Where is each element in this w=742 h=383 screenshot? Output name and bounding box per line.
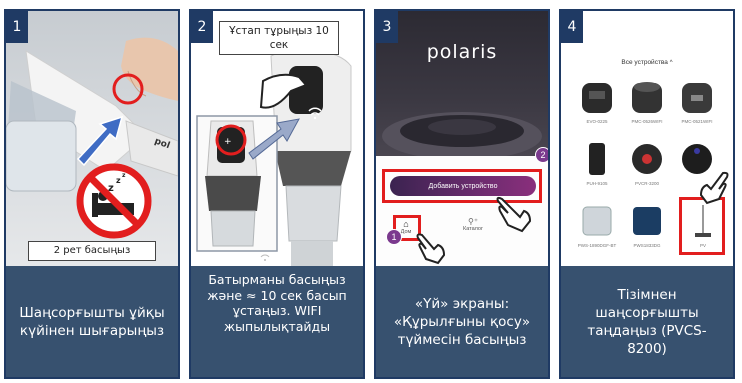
device-robot-vacuum-1[interactable] (627, 139, 667, 179)
device-multicooker-1[interactable] (577, 77, 617, 117)
svg-text:z: z (116, 176, 121, 185)
device-label: PMC-0521WIFI (681, 119, 713, 124)
device-label: PVCR-3200 (634, 181, 659, 186)
step-number: 2 (191, 11, 213, 43)
step-3-caption: «Үй» экраны: «Құрылғыны қосу» түймесін б… (376, 266, 548, 377)
all-devices-label: Все устройства (621, 59, 668, 66)
device-label: PWS1833DG (633, 243, 661, 248)
svg-text:z: z (122, 172, 126, 179)
device-label: EVO-0225 (586, 119, 608, 124)
step-panel-3: polaris Добавить устройство ⌂ Дом ⚲⁺ Кат… (374, 9, 550, 379)
vacuum-handle-illustration: pol z z z (6, 11, 178, 266)
device-label: PMC-0526WIFI (631, 119, 663, 124)
step-4-app-screen: Все устройства ^ EVO-0225 PMC-0526WIFI P… (561, 11, 733, 266)
step-3-app-screen: polaris Добавить устройство ⌂ Дом ⚲⁺ Кат… (376, 11, 548, 266)
chevron-up-icon: ^ (669, 60, 673, 66)
device-humidifier[interactable] (577, 139, 617, 179)
device-multicooker-2[interactable] (627, 77, 667, 117)
highlight-stick-vacuum (679, 197, 725, 255)
step-1-caption: Шаңсорғышты ұйқы күйінен шығарыңыз (6, 266, 178, 377)
device-scale-1[interactable] (577, 201, 617, 241)
nav-catalog-label: Каталог (463, 226, 483, 232)
step-1-note: 2 рет басыңыз (28, 241, 156, 261)
robot-vacuum-banner-image (382, 112, 542, 160)
step-badge-2: 2 (535, 147, 548, 163)
step-panel-1: pol z z z 1 2 рет басыңыз Шаңсорғышты ұй… (4, 9, 180, 379)
device-multicooker-3[interactable] (677, 77, 717, 117)
app-header-banner (376, 11, 548, 160)
search-plus-icon: ⚲⁺ (467, 217, 479, 226)
step-2-note: Ұстап тұрыңыз 10 сек (219, 21, 339, 55)
device-label: PWS-1890DGF-BT (577, 243, 617, 248)
device-scale-2[interactable] (627, 201, 667, 241)
step-number: 3 (376, 11, 398, 43)
pointing-hand-icon (496, 196, 532, 233)
step-4-caption: Тізімнен шаңсорғышты таңдаңыз (PVCS-8200… (561, 266, 733, 377)
pointing-hand-icon (416, 233, 446, 265)
device-label: PUH-9105 (586, 181, 608, 186)
step-number: 4 (561, 11, 583, 43)
step-2-caption: Батырманы басыңыз және ≈ 10 сек басып ұс… (191, 266, 363, 377)
pointing-hand-icon (699, 171, 729, 205)
all-devices-title: Все устройства ^ (561, 59, 733, 66)
svg-text:+: + (224, 137, 232, 147)
step-badge-1: 1 (386, 229, 402, 245)
step-1-photo: pol z z z (6, 11, 178, 266)
step-panel-2: + 2 Ұстап тұрыңыз 10 сек Батырманы басың… (189, 9, 365, 379)
step-panel-4: Все устройства ^ EVO-0225 PMC-0526WIFI P… (559, 9, 735, 379)
nav-catalog[interactable]: ⚲⁺ Каталог (458, 217, 488, 232)
brand-logo: polaris (426, 41, 498, 63)
step-number: 1 (6, 11, 28, 43)
